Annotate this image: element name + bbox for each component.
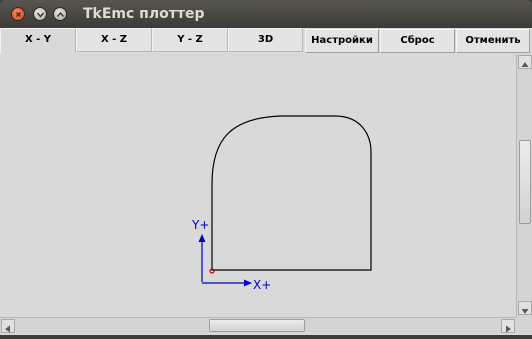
y-axis-label: Y+: [191, 218, 209, 232]
vertical-scrollbar[interactable]: [516, 54, 532, 317]
tab-3d[interactable]: 3D: [228, 28, 303, 52]
tab-x-y[interactable]: X - Y: [0, 28, 76, 53]
maximize-button[interactable]: [53, 7, 67, 21]
maximize-icon: [56, 11, 65, 17]
close-button[interactable]: [11, 7, 25, 21]
scroll-down-button[interactable]: [518, 301, 532, 315]
plot-svg: Y+ X+: [191, 115, 372, 292]
title-bar: TkEmc плоттер: [0, 0, 532, 28]
reset-button[interactable]: Сброс: [380, 29, 455, 53]
scroll-right-button[interactable]: [501, 319, 515, 333]
settings-button[interactable]: Настройки: [305, 29, 379, 53]
vertical-scroll-thumb[interactable]: [519, 140, 531, 224]
horizontal-scrollbar[interactable]: [0, 317, 516, 333]
scrollbar-corner: [516, 317, 532, 333]
arrow-up-icon: [521, 62, 529, 67]
cancel-button[interactable]: Отменить: [456, 29, 530, 53]
x-axis-arrow-icon: [244, 279, 252, 287]
minimize-icon: [36, 12, 45, 18]
minimize-button[interactable]: [33, 7, 47, 21]
arrow-left-icon: [5, 325, 10, 333]
scroll-up-button[interactable]: [518, 55, 532, 69]
plotter-window: X - Y X - Z Y - Z 3D Настройки Сброс Отм…: [0, 28, 532, 335]
toolpath: [211, 115, 372, 271]
scroll-left-button[interactable]: [1, 319, 15, 333]
horizontal-scroll-thumb[interactable]: [209, 319, 305, 332]
tab-x-z[interactable]: X - Z: [76, 28, 152, 52]
tab-y-z[interactable]: Y - Z: [152, 28, 228, 52]
arrow-right-icon: [506, 325, 511, 333]
y-axis-arrow-icon: [198, 234, 206, 242]
window-title: TkEmc плоттер: [83, 6, 205, 22]
arrow-down-icon: [521, 309, 529, 314]
plot-canvas[interactable]: Y+ X+: [0, 54, 516, 317]
close-icon: [15, 11, 22, 18]
x-axis-label: X+: [253, 278, 271, 292]
